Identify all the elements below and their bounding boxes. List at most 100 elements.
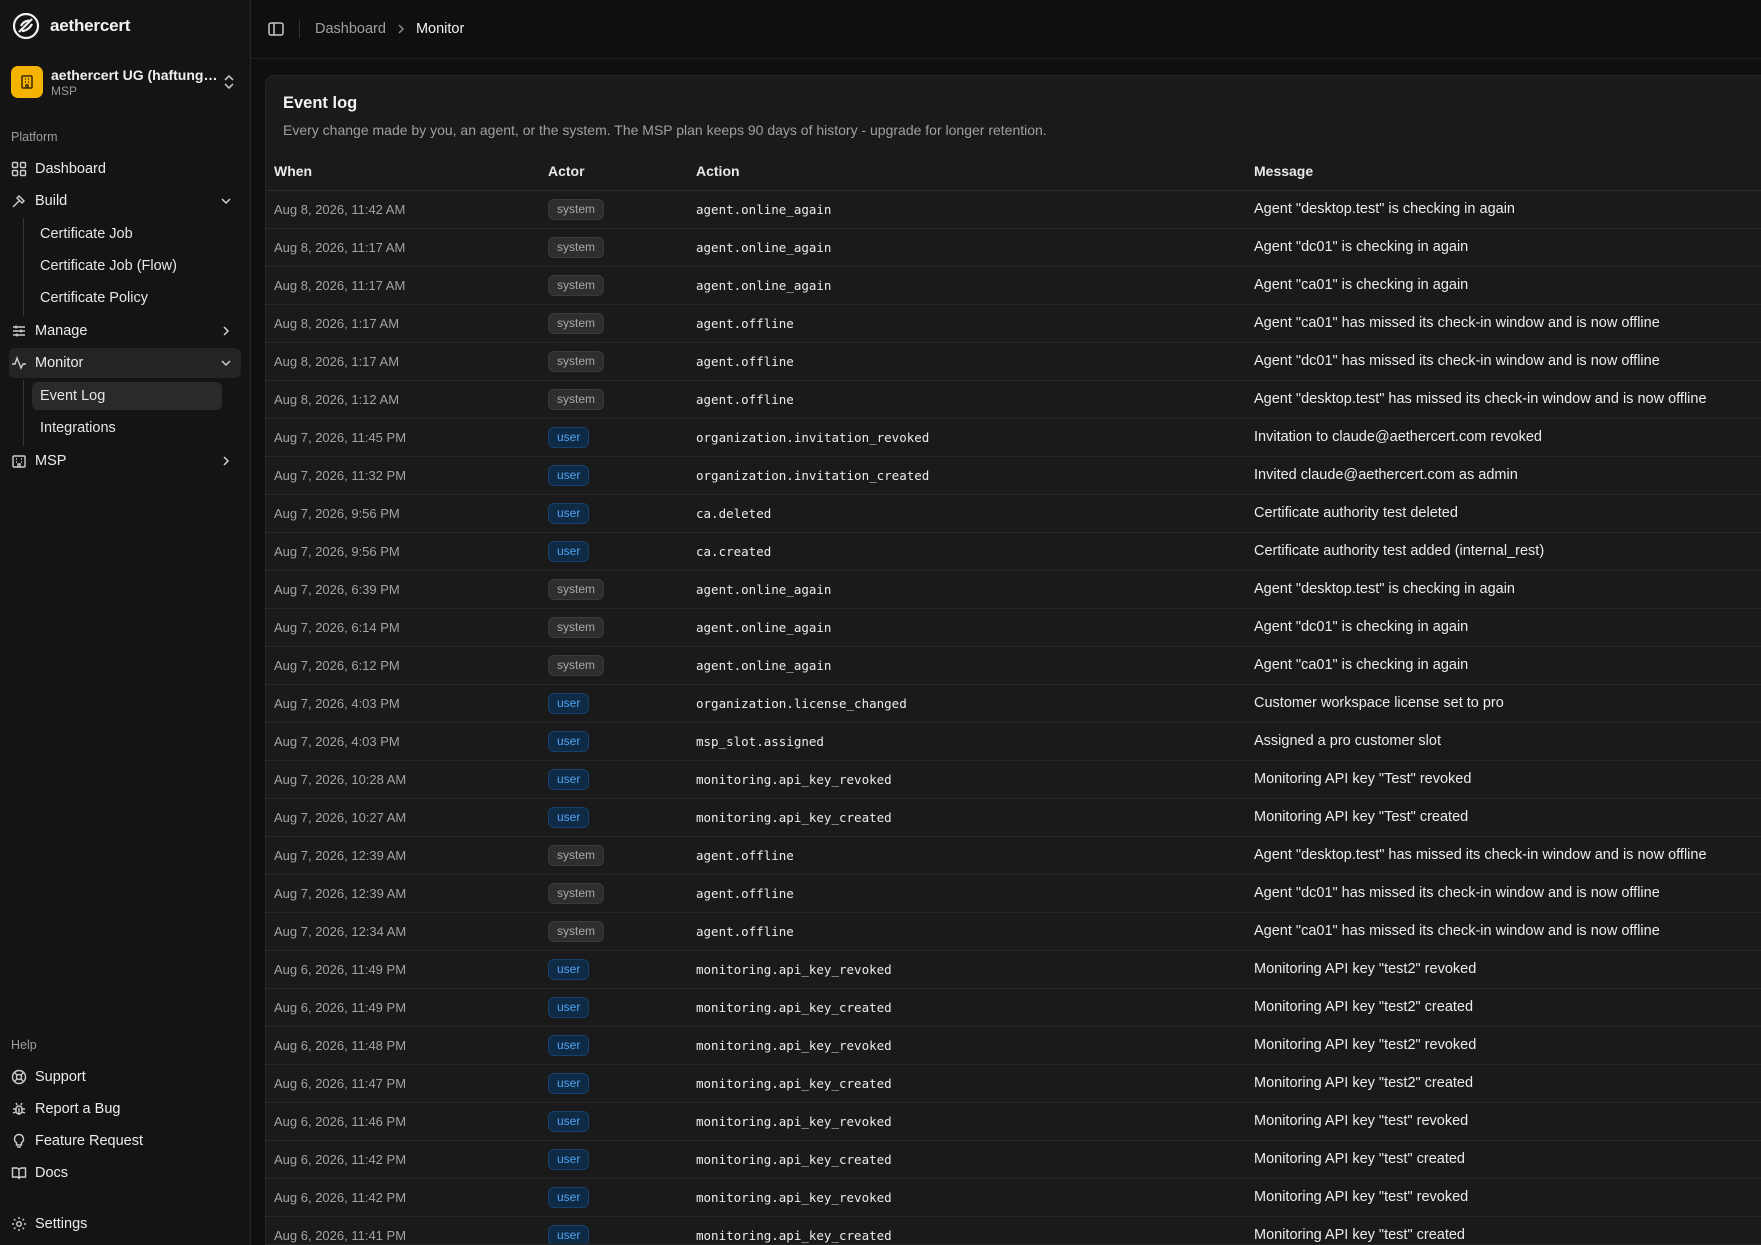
nav-support[interactable]: Support — [9, 1062, 241, 1092]
cell-when: Aug 7, 2026, 10:27 AM — [266, 798, 540, 837]
cell-actor: system — [540, 646, 688, 685]
nav-manage[interactable]: Manage — [9, 316, 241, 346]
bug-icon — [12, 1102, 26, 1115]
chevron-right-icon — [398, 24, 404, 34]
cell-action: monitoring.api_key_revoked — [688, 950, 1246, 989]
table-row[interactable]: Aug 8, 2026, 1:17 AM system agent.offline A… — [266, 304, 1761, 343]
table-row[interactable]: Aug 6, 2026, 11:48 PM user monitoring.api_… — [266, 1026, 1761, 1065]
column-header-actor[interactable]: Actor — [540, 152, 688, 191]
nav-settings[interactable]: Settings — [9, 1209, 241, 1239]
nav-integrations[interactable]: Integrations — [32, 414, 222, 442]
nav-build[interactable]: Build — [9, 186, 241, 216]
cell-actor: system — [540, 570, 688, 609]
page-description: Every change made by you, an agent, or t… — [283, 122, 1047, 138]
activity-icon — [12, 355, 26, 370]
actor-badge: system — [548, 920, 605, 942]
table-row[interactable]: Aug 6, 2026, 11:42 PM user monitoring.api_… — [266, 1178, 1761, 1217]
cell-actor: user — [540, 1216, 688, 1244]
table-row[interactable]: Aug 7, 2026, 12:39 AM system agent.offline… — [266, 836, 1761, 875]
chevron-right-icon — [223, 456, 230, 466]
org-switcher[interactable]: aethercert UG (haftungsbeschränkt) MSP — [9, 54, 241, 110]
cell-actor: user — [540, 950, 688, 989]
nav-certificate-job[interactable]: Certificate Job — [32, 220, 222, 248]
table-row[interactable]: Aug 7, 2026, 9:56 PM user ca.deleted Certif… — [266, 494, 1761, 533]
cell-when: Aug 7, 2026, 12:39 AM — [266, 836, 540, 875]
column-header-message[interactable]: Message — [1246, 152, 1761, 191]
actor-badge: user — [548, 996, 590, 1018]
table-row[interactable]: Aug 7, 2026, 11:32 PM user organization.in… — [266, 456, 1761, 495]
nav-feature-request[interactable]: Feature Request — [9, 1126, 241, 1156]
table-row[interactable]: Aug 7, 2026, 4:03 PM user msp_slot.assigne… — [266, 722, 1761, 761]
cell-actor: system — [540, 342, 688, 381]
aethercert-logo-icon — [12, 12, 40, 40]
nav-certificate-job-flow[interactable]: Certificate Job (Flow) — [32, 252, 222, 280]
cell-when: Aug 6, 2026, 11:48 PM — [266, 1026, 540, 1065]
table-row[interactable]: Aug 7, 2026, 12:39 AM system agent.offline… — [266, 874, 1761, 913]
nav-support-label: Support — [35, 1069, 86, 1085]
cell-when: Aug 7, 2026, 4:03 PM — [266, 684, 540, 723]
table-row[interactable]: Aug 7, 2026, 10:27 AM user monitoring.api_… — [266, 798, 1761, 837]
table-row[interactable]: Aug 7, 2026, 9:56 PM user ca.created Certif… — [266, 532, 1761, 571]
cell-when: Aug 6, 2026, 11:42 PM — [266, 1178, 540, 1217]
breadcrumb-dashboard[interactable]: Dashboard — [315, 21, 386, 37]
actor-badge: user — [548, 806, 590, 828]
cell-actor: user — [540, 760, 688, 799]
cell-action: agent.online_again — [688, 646, 1246, 685]
table-row[interactable]: Aug 8, 2026, 1:12 AM system agent.offline A… — [266, 380, 1761, 419]
nav-docs[interactable]: Docs — [9, 1158, 241, 1188]
cell-when: Aug 7, 2026, 9:56 PM — [266, 532, 540, 571]
table-row[interactable]: Aug 6, 2026, 11:49 PM user monitoring.api_… — [266, 988, 1761, 1027]
cell-actor: system — [540, 836, 688, 875]
table-row[interactable]: Aug 8, 2026, 11:42 AM system agent.online_… — [266, 190, 1761, 229]
nav-event-log[interactable]: Event Log — [32, 382, 222, 410]
cell-actor: user — [540, 798, 688, 837]
nav-report-bug-label: Report a Bug — [35, 1101, 121, 1117]
table-row[interactable]: Aug 6, 2026, 11:47 PM user monitoring.api_… — [266, 1064, 1761, 1103]
org-avatar — [11, 66, 43, 98]
column-header-action[interactable]: Action — [688, 152, 1246, 191]
table-row[interactable]: Aug 7, 2026, 4:03 PM user organization.lic… — [266, 684, 1761, 723]
cell-when: Aug 8, 2026, 1:17 AM — [266, 342, 540, 381]
cell-message: Invited claude@aethercert.com as admin — [1246, 456, 1761, 495]
table-row[interactable]: Aug 7, 2026, 6:14 PM system agent.online_a… — [266, 608, 1761, 647]
building-icon — [21, 75, 33, 89]
cell-action: monitoring.api_key_created — [688, 798, 1246, 837]
cell-when: Aug 8, 2026, 11:42 AM — [266, 190, 540, 229]
nav-report-bug[interactable]: Report a Bug — [9, 1094, 241, 1124]
sidebar-toggle-icon[interactable] — [267, 20, 285, 38]
cell-action: monitoring.api_key_created — [688, 988, 1246, 1027]
nav-certificate-policy[interactable]: Certificate Policy — [32, 284, 222, 312]
nav-dashboard[interactable]: Dashboard — [9, 154, 241, 184]
table-row[interactable]: Aug 6, 2026, 11:49 PM user monitoring.api_… — [266, 950, 1761, 989]
chevron-right-icon — [223, 326, 230, 336]
table-row[interactable]: Aug 7, 2026, 11:45 PM user organization.in… — [266, 418, 1761, 457]
nav-msp[interactable]: MSP — [9, 446, 241, 476]
table-row[interactable]: Aug 8, 2026, 11:17 AM system agent.online_… — [266, 228, 1761, 267]
table-row[interactable]: Aug 8, 2026, 11:17 AM system agent.online_… — [266, 266, 1761, 305]
table-row[interactable]: Aug 7, 2026, 10:28 AM user monitoring.api_… — [266, 760, 1761, 799]
table-row[interactable]: Aug 6, 2026, 11:41 PM user monitoring.api_… — [266, 1216, 1761, 1244]
table-row[interactable]: Aug 7, 2026, 12:34 AM system agent.offline… — [266, 912, 1761, 951]
table-body: Aug 8, 2026, 11:42 AM system agent.online_… — [266, 190, 1761, 1244]
cell-when: Aug 6, 2026, 11:46 PM — [266, 1102, 540, 1141]
cell-actor: user — [540, 494, 688, 533]
table-row[interactable]: Aug 6, 2026, 11:46 PM user monitoring.api_… — [266, 1102, 1761, 1141]
table-row[interactable]: Aug 7, 2026, 6:39 PM system agent.online_a… — [266, 570, 1761, 609]
nav-monitor[interactable]: Monitor — [9, 348, 241, 378]
cell-action: agent.online_again — [688, 608, 1246, 647]
column-header-when[interactable]: When — [266, 152, 540, 191]
divider — [299, 20, 300, 38]
build-subnav: Certificate Job Certificate Job (Flow) C… — [23, 218, 241, 316]
cell-action: agent.online_again — [688, 228, 1246, 267]
cell-actor: user — [540, 1026, 688, 1065]
chevrons-up-down-icon[interactable] — [219, 72, 239, 92]
table-row[interactable]: Aug 8, 2026, 1:17 AM system agent.offline A… — [266, 342, 1761, 381]
brand[interactable]: aethercert — [9, 0, 241, 52]
org-plan: MSP — [51, 83, 78, 98]
cell-when: Aug 8, 2026, 11:17 AM — [266, 228, 540, 267]
nav-settings-label: Settings — [35, 1216, 88, 1232]
breadcrumb-current: Monitor — [415, 21, 465, 37]
table-row[interactable]: Aug 6, 2026, 11:42 PM user monitoring.api_… — [266, 1140, 1761, 1179]
table-row[interactable]: Aug 7, 2026, 6:12 PM system agent.online_a… — [266, 646, 1761, 685]
cell-actor: system — [540, 190, 688, 229]
